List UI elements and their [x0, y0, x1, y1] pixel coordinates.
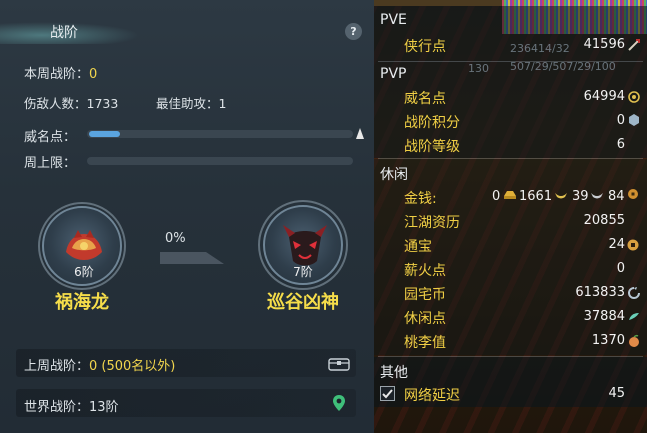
- latency-label: 网络延迟: [404, 388, 460, 404]
- leisure-value-5: 1370: [591, 333, 625, 348]
- other-title: 其他: [380, 365, 408, 381]
- help-button[interactable]: ?: [345, 23, 362, 40]
- leisure-label-1: 通宝: [404, 239, 432, 255]
- pvp-label-2: 战阶等级: [404, 139, 460, 155]
- panel-header: 战阶 ?: [0, 14, 374, 48]
- leisure-label-4: 休闲点: [404, 311, 446, 327]
- last-week-label: 上周战阶：: [24, 359, 90, 374]
- gold-ingot-icon: [504, 191, 516, 199]
- overlay-text-1: 236414/32: [510, 42, 570, 55]
- pvp-label-0: 威名点: [404, 91, 446, 107]
- last-week-value: 0 (500名以外): [89, 359, 176, 374]
- tongbao-coin-icon: [627, 239, 639, 251]
- pve-title: PVE: [380, 12, 407, 28]
- battle-rank-panel: 战阶 ? 本周战阶：0 伤敌人数：1733 最佳助攻：1 威名点： 周上限： 6…: [0, 0, 374, 433]
- chivalry-icon: [628, 39, 640, 51]
- weekly-cap-bar: [87, 157, 353, 165]
- leisure-label-5: 桃李值: [404, 335, 446, 351]
- leisure-value-0: 20855: [583, 213, 625, 228]
- peach-icon: [629, 334, 639, 347]
- panel-title: 战阶: [50, 25, 78, 41]
- money-label: 金钱:: [404, 191, 437, 207]
- leisure-value-3: 613833: [575, 285, 625, 300]
- leisure-value-4: 37884: [583, 309, 625, 324]
- weekly-cap-label: 周上限：: [24, 156, 77, 171]
- leisure-label-3: 园宅币: [404, 287, 446, 303]
- currency-panel: PVE 236414/32 侠行点 41596 PVP 130 507/29/5…: [374, 0, 647, 433]
- money-value-d: 84: [608, 189, 625, 204]
- overlay-text-3: 507/29/507/29/100: [510, 60, 616, 73]
- leisure-title: 休闲: [380, 167, 408, 183]
- next-tier-number: 7阶: [293, 265, 313, 279]
- leisure-label-0: 江湖资历: [404, 215, 460, 231]
- leisure-value-2: 0: [616, 261, 625, 276]
- pve-value-0: 41596: [583, 37, 625, 52]
- last-week-row: 上周战阶：0 (500名以外): [24, 355, 175, 374]
- silver-ingot-icon: [555, 193, 567, 199]
- assist-row: 最佳助攻：1: [156, 93, 226, 112]
- wounded-row: 伤敌人数：1733: [24, 93, 118, 112]
- advance-percent: 0%: [165, 231, 186, 246]
- prestige-bar-fill: [89, 131, 120, 137]
- leisure-point-icon: [629, 313, 639, 320]
- pvp-value-2: 6: [616, 137, 625, 152]
- money-value-b: 1661: [519, 189, 553, 204]
- world-rank-label: 世界战阶：: [24, 400, 90, 415]
- current-tier-number: 6阶: [74, 265, 94, 279]
- world-rank-value: 13阶: [89, 400, 119, 415]
- overlay-text-2: 130: [468, 62, 489, 75]
- prestige-bar: [87, 130, 353, 138]
- pvp-value-1: 0: [616, 113, 625, 128]
- assist-label: 最佳助攻：: [156, 96, 219, 111]
- prestige-label: 威名点：: [24, 130, 77, 145]
- advance-arrow-icon: [160, 252, 224, 264]
- next-tier-name: 巡谷凶神: [267, 292, 339, 313]
- wounded-value: 1733: [86, 96, 119, 111]
- pvp-title: PVP: [380, 66, 407, 82]
- weekly-rank-label: 本周战阶：: [24, 67, 90, 82]
- world-rank-row: 世界战阶：13阶: [24, 396, 119, 415]
- leisure-value-1: 24: [608, 237, 625, 252]
- pve-label-0: 侠行点: [404, 39, 446, 55]
- location-pin-icon[interactable]: [332, 394, 346, 412]
- prestige-icon: [628, 91, 640, 103]
- estate-coin-icon: [628, 287, 640, 299]
- latency-checkbox[interactable]: [380, 386, 395, 401]
- prestige-marker-icon: [356, 128, 364, 139]
- money-value-c: 39: [572, 189, 589, 204]
- rank-points-icon: [629, 114, 639, 126]
- money-value-a: 0: [492, 189, 501, 204]
- wounded-label: 伤敌人数：: [24, 96, 87, 111]
- latency-value: 45: [608, 386, 625, 401]
- leisure-label-2: 薪火点: [404, 263, 446, 279]
- assist-value: 1: [218, 96, 227, 111]
- pvp-label-1: 战阶积分: [404, 115, 460, 131]
- chest-icon[interactable]: [328, 355, 350, 371]
- silver-coin-icon: [591, 193, 603, 199]
- copper-coin-icon: [628, 189, 638, 199]
- weekly-rank-value: 0: [89, 67, 98, 82]
- pvp-value-0: 64994: [583, 89, 625, 104]
- current-tier-name: 祸海龙: [55, 292, 109, 313]
- weekly-rank-row: 本周战阶：0: [24, 63, 97, 82]
- checkmark-icon: [382, 389, 393, 399]
